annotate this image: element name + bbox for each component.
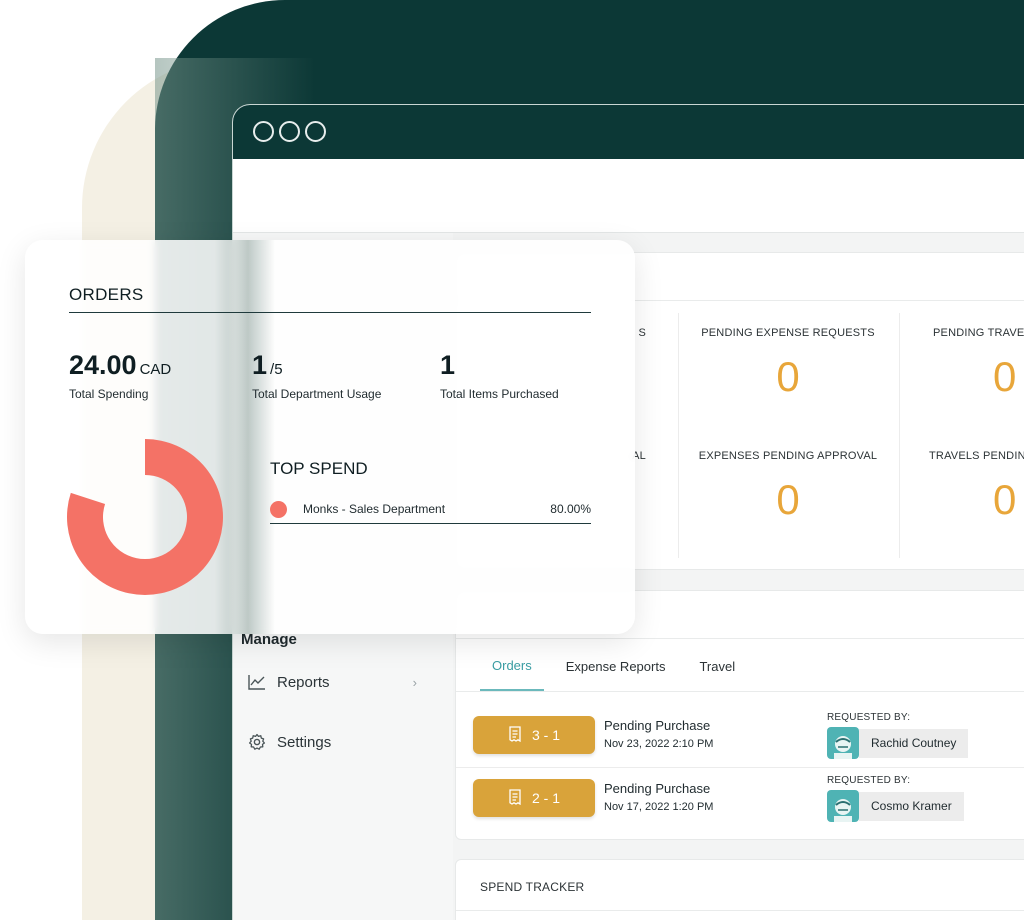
divider: [456, 910, 1024, 911]
tab-expense-reports[interactable]: Expense Reports: [554, 641, 678, 691]
orders-card-title: ORDERS: [69, 285, 144, 304]
top-spend-title: TOP SPEND: [270, 459, 368, 478]
stat-pending-expense-requests: PENDING EXPENSE REQUESTS 0: [678, 327, 898, 401]
divider: [456, 767, 1024, 768]
sidebar-item-settings[interactable]: Settings: [247, 729, 417, 755]
stat-value: 0: [776, 353, 800, 400]
table-row[interactable]: 2 - 1 Pending Purchase Nov 17, 2022 1:20…: [456, 769, 1024, 831]
order-id: 3 - 1: [531, 727, 560, 743]
order-id: 2 - 1: [531, 790, 560, 806]
sidebar-item-label: Settings: [277, 733, 332, 751]
top-spend-name: Monks - Sales Department: [303, 502, 446, 516]
order-id-button[interactable]: 2 - 1: [473, 779, 595, 817]
kpi-number: 24.00: [69, 350, 137, 380]
top-spend-percent: 80.00%: [550, 502, 591, 516]
requested-by: REQUESTED BY: Rachid Coutney: [827, 712, 969, 759]
window-dot-icon[interactable]: [253, 121, 274, 142]
stat-expenses-pending-approval: EXPENSES PENDING APPROVAL 0: [678, 450, 898, 524]
kpi-total-spending: 24.00 CAD Total Spending: [69, 350, 171, 401]
tab-travel[interactable]: Travel: [687, 641, 747, 691]
kpi-items-purchased: 1 Total Items Purchased: [440, 350, 559, 401]
kpi-unit: CAD: [139, 361, 172, 378]
kpi-unit: /5: [270, 361, 283, 378]
divider: [69, 312, 591, 313]
table-row[interactable]: 3 - 1 Pending Purchase Nov 23, 2022 2:10…: [456, 706, 1024, 768]
order-id-button[interactable]: 3 - 1: [473, 716, 595, 754]
kpi-caption: Total Items Purchased: [440, 387, 559, 401]
stat-pending-travel: PENDING TRAVEL 0: [899, 327, 1024, 401]
stat-label: PENDING EXPENSE REQUESTS: [701, 327, 875, 339]
requested-by: REQUESTED BY: Cosmo Kramer: [827, 775, 964, 822]
tab-bar: Orders Expense Reports Travel: [480, 641, 757, 691]
donut-slice: [67, 439, 223, 595]
receipt-icon: [508, 788, 522, 808]
requester-name: Rachid Coutney: [859, 728, 969, 758]
stat-label: EXPENSES PENDING APPROVAL: [698, 450, 878, 462]
kpi-caption: Total Spending: [69, 387, 149, 401]
legend-swatch: [270, 500, 287, 518]
divider: [456, 638, 1024, 639]
gear-icon: [247, 732, 267, 752]
spend-tracker-panel: SPEND TRACKER: [455, 859, 1024, 920]
avatar: [827, 727, 859, 759]
stat-label: PENDING TRAVEL: [933, 327, 1024, 339]
sidebar-item-reports[interactable]: Reports ›: [247, 669, 417, 695]
kpi-department-usage: 1/5 Total Department Usage: [252, 350, 381, 401]
sidebar-item-label: Reports: [277, 673, 330, 691]
stat-travels-pending: TRAVELS PENDING 0: [899, 450, 1024, 524]
browser-title-bar: [233, 105, 1024, 159]
kpi-number: 1: [252, 350, 268, 380]
order-status: Pending Purchase Nov 23, 2022 2:10 PM: [604, 718, 714, 750]
orders-summary-card: ORDERS 24.00 CAD Total Spending 1/5 Total…: [25, 240, 635, 634]
requester-name: Cosmo Kramer: [859, 791, 964, 821]
window-dot-icon[interactable]: [279, 121, 300, 142]
kpi-caption: Total Department Usage: [252, 387, 382, 401]
divider: [456, 691, 1024, 692]
divider: [270, 523, 591, 524]
stat-value: 0: [993, 353, 1017, 400]
list-item: Monks - Sales Department 80.00%: [270, 494, 591, 524]
order-status: Pending Purchase Nov 17, 2022 1:20 PM: [604, 781, 714, 813]
stat-label: TRAVELS PENDING: [929, 450, 1024, 462]
tab-orders[interactable]: Orders: [480, 641, 544, 691]
spend-tracker-title: SPEND TRACKER: [480, 880, 585, 894]
window-dot-icon[interactable]: [305, 121, 326, 142]
top-spend-donut: [67, 439, 223, 595]
kpi-number: 1: [440, 350, 456, 380]
receipt-icon: [508, 725, 522, 745]
stat-value: 0: [993, 476, 1017, 523]
app-header: [233, 159, 1024, 233]
chart-line-icon: [247, 672, 267, 692]
stat-value: 0: [776, 476, 800, 523]
avatar: [827, 790, 859, 822]
chevron-right-icon: ›: [412, 674, 417, 690]
